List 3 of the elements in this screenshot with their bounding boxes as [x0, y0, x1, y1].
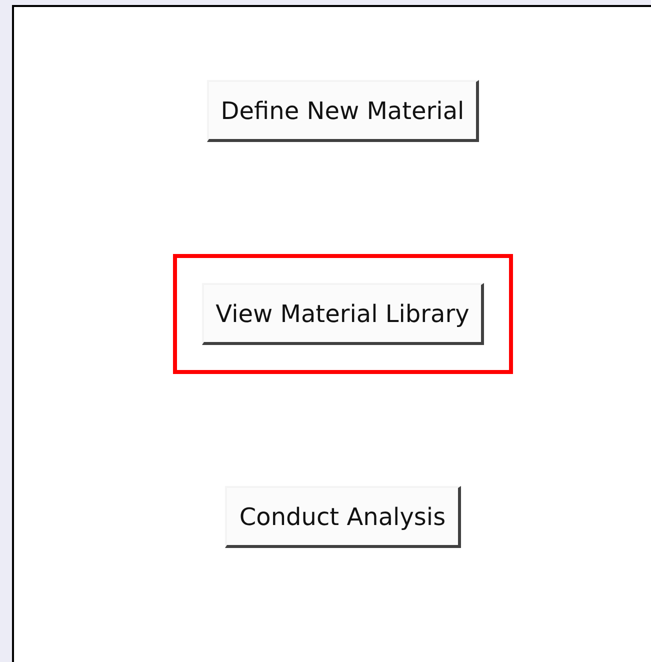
- menu-button[interactable]: Conduct Analysis: [225, 486, 461, 548]
- menu-button[interactable]: View Material Library: [202, 283, 484, 345]
- menu-button[interactable]: Define New Material: [206, 80, 480, 142]
